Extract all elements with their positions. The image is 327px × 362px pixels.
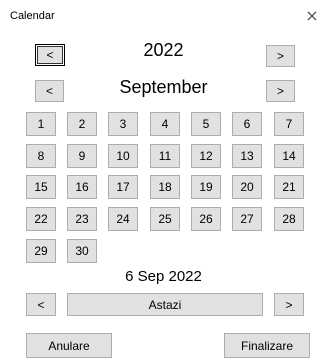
- window-title: Calendar: [10, 10, 55, 22]
- day-button[interactable]: 16: [67, 175, 97, 199]
- prev-year-button[interactable]: <: [35, 44, 65, 66]
- day-button[interactable]: 1: [26, 112, 56, 136]
- day-button[interactable]: 26: [191, 207, 221, 231]
- day-button[interactable]: 30: [67, 239, 97, 263]
- day-button[interactable]: 18: [150, 175, 180, 199]
- day-button[interactable]: 15: [26, 175, 56, 199]
- day-button[interactable]: 17: [108, 175, 138, 199]
- day-button[interactable]: 20: [232, 175, 262, 199]
- cancel-button[interactable]: Anulare: [26, 333, 112, 358]
- next-month-button[interactable]: >: [266, 80, 295, 102]
- day-button[interactable]: 27: [232, 207, 262, 231]
- day-button[interactable]: 12: [191, 144, 221, 168]
- day-button[interactable]: 14: [274, 144, 304, 168]
- day-button[interactable]: 8: [26, 144, 56, 168]
- finish-button[interactable]: Finalizare: [224, 333, 310, 358]
- day-button[interactable]: 28: [274, 207, 304, 231]
- day-button[interactable]: 25: [150, 207, 180, 231]
- day-button[interactable]: 24: [108, 207, 138, 231]
- today-button[interactable]: Astazi: [67, 293, 263, 316]
- day-button[interactable]: 23: [67, 207, 97, 231]
- day-button[interactable]: 4: [150, 112, 180, 136]
- day-button[interactable]: 29: [26, 239, 56, 263]
- next-day-button[interactable]: >: [274, 293, 304, 316]
- day-button[interactable]: 11: [150, 144, 180, 168]
- title-bar: Calendar ×: [0, 0, 327, 30]
- next-year-button[interactable]: >: [266, 45, 295, 67]
- year-label: 2022: [143, 40, 184, 60]
- day-button[interactable]: 6: [232, 112, 262, 136]
- prev-day-button[interactable]: <: [26, 293, 56, 316]
- day-button[interactable]: 13: [232, 144, 262, 168]
- day-button[interactable]: 19: [191, 175, 221, 199]
- prev-month-button[interactable]: <: [35, 80, 64, 102]
- day-button[interactable]: 9: [67, 144, 97, 168]
- day-button[interactable]: 2: [67, 112, 97, 136]
- day-button[interactable]: 10: [108, 144, 138, 168]
- day-button[interactable]: 3: [108, 112, 138, 136]
- selected-date-label: 6 Sep 2022: [125, 268, 202, 285]
- day-button[interactable]: 5: [191, 112, 221, 136]
- close-icon[interactable]: ×: [302, 6, 322, 26]
- day-button[interactable]: 21: [274, 175, 304, 199]
- day-button[interactable]: 22: [26, 207, 56, 231]
- day-button[interactable]: 7: [274, 112, 304, 136]
- month-label: September: [119, 77, 208, 97]
